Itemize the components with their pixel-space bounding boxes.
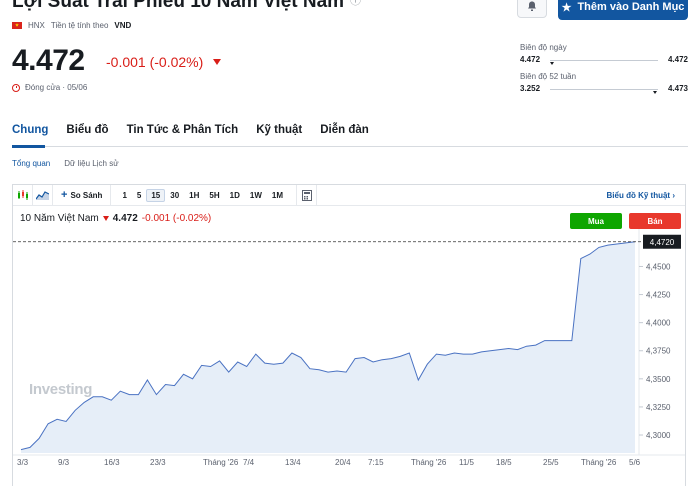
x-tick-label: 7/4 — [243, 458, 255, 467]
tab-news-analysis[interactable]: Tin Tức & Phân Tích — [127, 124, 239, 136]
price-change: -0.001 (-0.02%) — [106, 54, 222, 70]
legend-name: 10 Năm Việt Nam — [20, 213, 99, 224]
y-tick-label: 4,3250 — [646, 403, 671, 412]
currency-value: VND — [114, 21, 132, 30]
investing-watermark: Investing — [29, 381, 93, 398]
x-tick-label: Tháng '26 — [203, 458, 239, 467]
day-range-marker — [550, 62, 554, 65]
y-tick-label: 4,4250 — [646, 291, 671, 300]
week52-range-low: 3.252 — [520, 84, 541, 93]
week52-range-high: 4.473 — [667, 84, 688, 93]
page-title: Lợi Suất Trái Phiếu 10 Năm Việt Nam ⓘ — [12, 0, 361, 13]
subtab-historical-data[interactable]: Dữ liệu Lịch sử — [64, 159, 118, 168]
last-price: 4.472 — [12, 44, 85, 77]
tabs-divider — [12, 146, 688, 147]
y-tick-label: 4,4500 — [646, 262, 671, 271]
week52-range-label: Biên độ 52 tuần — [520, 72, 577, 81]
x-tick-label: 18/5 — [496, 458, 512, 467]
x-tick-label: 3/3 — [17, 458, 29, 467]
y-tick-label: 4,3500 — [646, 375, 671, 384]
x-tick-label: 23/3 — [150, 458, 166, 467]
x-tick-label: 13/4 — [285, 458, 301, 467]
legend-change: -0.001 (-0.02%) — [141, 213, 212, 224]
market-status: Đóng cửa · 05/06 — [12, 83, 87, 92]
x-tick-label: 20/4 — [335, 458, 351, 467]
week52-range-marker — [652, 91, 657, 94]
info-icon[interactable]: ⓘ — [350, 0, 361, 7]
legend-price: 4.472 — [112, 213, 138, 224]
bell-plus-icon — [528, 1, 536, 11]
x-tick-label: 5/6 — [629, 458, 641, 467]
price-chart[interactable]: 4,4720 4,4500 4,4250 4,4000 4,3750 4,3500 4,32… — [13, 185, 685, 486]
week52-range: Biên độ 52 tuần 3.252 4.473 — [520, 72, 688, 94]
legend-down-arrow-icon — [102, 216, 109, 221]
sub-tabs: Tổng quan Dữ liệu Lịch sử — [12, 159, 119, 168]
x-tick-label: 16/3 — [104, 458, 120, 467]
buy-button[interactable]: Mua — [570, 213, 622, 229]
currency-label: Tiền tệ tính theo — [50, 21, 109, 30]
y-tick-label: 4,3750 — [646, 347, 671, 356]
star-icon: ★ — [561, 1, 572, 14]
down-arrow-icon — [213, 59, 222, 65]
price-area — [21, 241, 635, 453]
main-tabs: Chung Biểu đồ Tin Tức & Phân Tích Kỹ thu… — [12, 124, 369, 136]
chart-legend: 10 Năm Việt Nam 4.472 -0.001 (-0.02%) — [20, 213, 211, 224]
day-range-low: 4.472 — [520, 55, 541, 64]
market-status-text: Đóng cửa · 05/06 — [25, 83, 88, 92]
tab-forum[interactable]: Diễn đàn — [320, 124, 369, 136]
x-tick-label: 25/5 — [543, 458, 559, 467]
alert-button[interactable] — [517, 0, 547, 18]
x-tick-label: 9/3 — [58, 458, 70, 467]
x-tick-label: Tháng '26 — [411, 458, 447, 467]
tab-overview[interactable]: Chung — [12, 124, 48, 136]
price-change-value: -0.001 (-0.02%) — [106, 54, 204, 70]
x-tick-label: 11/5 — [459, 458, 475, 467]
x-tick-label: Tháng '26 — [581, 458, 617, 467]
exchange-name: HNX — [28, 21, 45, 30]
add-to-watchlist-button[interactable]: ★ Thêm vào Danh Mục — [558, 0, 688, 20]
chart-panel: + So Sánh 1 5 15 30 1H 5H 1D 1W 1M Biểu đồ Kỹ th… — [12, 184, 686, 486]
instrument-title: Lợi Suất Trái Phiếu 10 Năm Việt Nam — [12, 0, 345, 12]
vietnam-flag-icon — [12, 22, 22, 29]
day-range-label: Biên độ ngày — [520, 43, 567, 52]
active-tab-indicator — [12, 145, 45, 148]
sell-button[interactable]: Bán — [629, 213, 681, 229]
tab-technical[interactable]: Kỹ thuật — [256, 124, 302, 136]
week52-range-bar — [550, 89, 658, 94]
y-tick-label: 4,4000 — [646, 319, 671, 328]
add-to-watchlist-label: Thêm vào Danh Mục — [577, 1, 685, 13]
exchange-info: HNX Tiền tệ tính theo VND — [12, 21, 131, 30]
tab-chart[interactable]: Biểu đồ — [66, 124, 108, 136]
day-range-high: 4.472 — [667, 55, 688, 64]
day-range: Biên độ ngày 4.472 4.472 — [520, 43, 688, 65]
day-range-bar — [550, 60, 658, 65]
y-tick-label: 4,3000 — [646, 431, 671, 440]
last-price-badge-label: 4,4720 — [650, 238, 675, 247]
x-tick-label: 7:15 — [368, 458, 384, 467]
clock-icon — [12, 83, 20, 92]
subtab-summary[interactable]: Tổng quan — [12, 159, 50, 168]
